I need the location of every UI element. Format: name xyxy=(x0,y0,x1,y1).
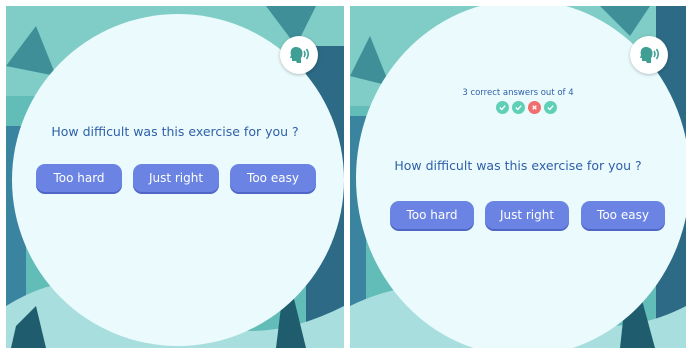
speak-button[interactable] xyxy=(280,36,318,74)
too-hard-button[interactable]: Too hard xyxy=(390,201,474,229)
just-right-button[interactable]: Just right xyxy=(485,201,569,229)
difficulty-question: How difficult was this exercise for you … xyxy=(394,158,642,173)
speak-button[interactable] xyxy=(630,36,668,74)
screenshot-pair: How difficult was this exercise for you … xyxy=(0,0,692,354)
difficulty-buttons: Too hard Just right Too easy xyxy=(6,164,344,194)
difficulty-question: How difficult was this exercise for you … xyxy=(51,124,299,139)
speaker-face-icon xyxy=(290,47,310,63)
too-easy-button[interactable]: Too easy xyxy=(230,164,316,192)
result-correct xyxy=(544,101,557,114)
too-easy-button[interactable]: Too easy xyxy=(581,201,665,229)
too-hard-button[interactable]: Too hard xyxy=(36,164,122,192)
left-screen: How difficult was this exercise for you … xyxy=(6,6,344,348)
speaker-face-icon xyxy=(640,47,660,63)
check-icon xyxy=(547,105,554,111)
difficulty-buttons: Too hard Just right Too easy xyxy=(350,201,686,231)
result-correct xyxy=(512,101,525,114)
answer-results xyxy=(496,101,560,115)
right-screen: 3 correct answers out of 4 How difficult… xyxy=(350,6,686,348)
result-correct xyxy=(496,101,509,114)
check-icon xyxy=(499,105,506,111)
check-icon xyxy=(515,105,522,111)
just-right-button[interactable]: Just right xyxy=(133,164,219,192)
cross-icon xyxy=(532,105,537,110)
score-summary: 3 correct answers out of 4 xyxy=(462,88,574,98)
result-incorrect xyxy=(528,101,541,114)
